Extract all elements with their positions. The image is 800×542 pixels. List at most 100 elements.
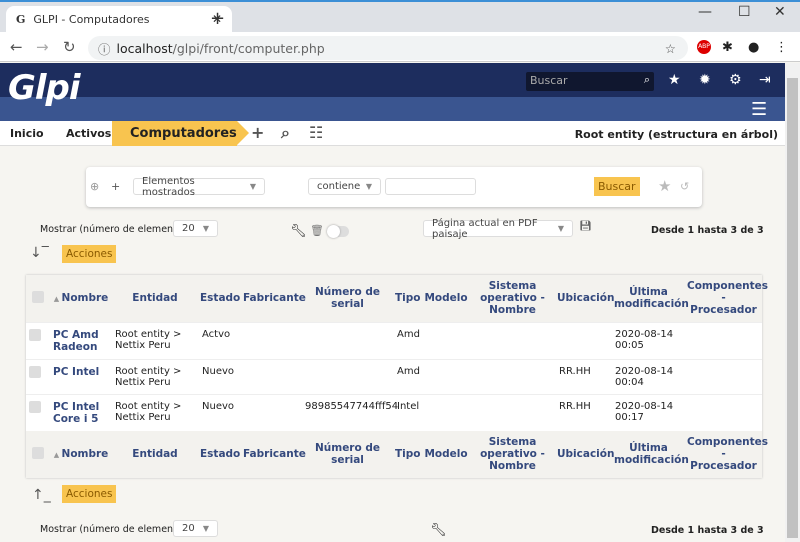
column-header[interactable]: Tipo [393, 275, 422, 322]
column-header[interactable]: Entidad [112, 430, 198, 478]
back-icon[interactable]: ← [10, 38, 23, 56]
column-header[interactable]: Ubicación [555, 275, 614, 322]
column-header[interactable]: Fabricante [241, 430, 306, 478]
row-checkbox[interactable] [29, 365, 41, 378]
column-header[interactable]: Sistema operativo - Nombre [470, 275, 555, 322]
table-cell [470, 321, 555, 359]
column-header-label: Ubicación [557, 448, 615, 460]
trash-toggle[interactable] [327, 225, 349, 238]
search-icon[interactable]: ⌕ [281, 123, 290, 143]
global-search-input[interactable]: Buscar ⌕ [526, 72, 654, 91]
bookmark-star-icon[interactable]: ☆ [665, 41, 676, 56]
column-header[interactable]: Estado [198, 430, 241, 478]
add-criterion-icon[interactable]: + [111, 180, 120, 193]
list-icon[interactable]: ☷ [309, 123, 323, 142]
scrollbar-thumb[interactable] [787, 78, 798, 538]
computer-name-link[interactable]: PC Intel Core i 5 [50, 393, 112, 431]
column-header[interactable]: Última modificación [612, 430, 689, 478]
logout-icon[interactable]: ⇥ [759, 72, 771, 88]
per-page-select[interactable]: 20 ▼ [173, 220, 218, 237]
column-header-label: Tipo [395, 292, 421, 305]
column-header-label: Componentes - Procesador [687, 436, 769, 472]
column-header[interactable]: Ubicación [555, 430, 615, 478]
operator-select[interactable]: contiene ▼ [308, 178, 381, 195]
reset-icon[interactable]: ↺ [680, 180, 689, 193]
wrench-icon[interactable]: 🔧︎ [290, 224, 307, 239]
info-icon: ⓘ [98, 41, 111, 57]
search-value-input[interactable] [385, 178, 476, 195]
gear-icon[interactable]: ⚙ [729, 72, 742, 88]
star-icon[interactable]: ★ [668, 72, 681, 88]
row-checkbox[interactable] [29, 328, 41, 341]
new-tab-icon[interactable]: + [210, 8, 225, 29]
breadcrumb-computadores[interactable]: Computadores [112, 121, 249, 146]
select-all-checkbox[interactable] [32, 290, 44, 303]
table-cell [685, 393, 762, 431]
buscar-button[interactable]: Buscar [594, 177, 640, 196]
breadcrumb-activos[interactable]: Activos [56, 121, 111, 146]
column-header[interactable]: Entidad [112, 275, 198, 322]
entity-selector[interactable]: Root entity (estructura en árbol) [575, 128, 778, 141]
close-window-icon[interactable]: ✕ [774, 4, 786, 20]
breadcrumb-inicio[interactable]: Inicio [0, 121, 44, 146]
column-header-label: Nombre [61, 292, 109, 305]
add-icon[interactable]: + [251, 123, 264, 142]
add-group-icon[interactable]: ⊕ [90, 180, 99, 193]
export-select[interactable]: Página actual en PDF paisaje ▼ [423, 217, 573, 240]
glpi-logo[interactable]: Glpi [8, 68, 81, 108]
select-all-checkbox[interactable] [32, 446, 44, 459]
url-input[interactable]: ⓘ localhost/glpi/front/computer.php ☆ [88, 36, 688, 60]
column-header[interactable]: Modelo [422, 430, 470, 478]
acciones-button-top[interactable]: Acciones [62, 245, 117, 263]
column-header[interactable]: ▲ Nombre [50, 430, 112, 478]
browser-menu-icon[interactable]: ⋮ [775, 40, 788, 55]
search-icon[interactable]: ⌕ [644, 73, 650, 87]
table-cell: 2020-08-14 00:04 [612, 358, 685, 394]
forward-icon[interactable]: → [36, 38, 49, 56]
column-header[interactable]: Tipo [393, 430, 422, 478]
column-header[interactable]: Estado [198, 275, 241, 322]
column-header[interactable]: Número de serial [302, 430, 393, 478]
acciones-button-bottom[interactable]: Acciones [62, 485, 117, 503]
table-cell [685, 358, 762, 394]
table-cell [470, 393, 555, 431]
profile-icon[interactable]: ● [748, 40, 759, 55]
column-header-label: Fabricante [243, 292, 306, 305]
row-checkbox[interactable] [29, 400, 41, 413]
tab-title: GLPI - Computadores [33, 12, 150, 26]
adblock-icon[interactable]: ABP [697, 40, 711, 54]
menu-icon[interactable]: ☰ [751, 99, 767, 120]
column-header[interactable]: Modelo [422, 275, 470, 322]
minimize-icon[interactable]: — [698, 4, 712, 20]
computer-name-link[interactable]: PC Intel [50, 358, 112, 394]
browser-tab[interactable]: G GLPI - Computadores ✕ [6, 6, 232, 32]
table-cell [685, 321, 762, 359]
table-header-row: ▲ Nombre Entidad Estado Fabricante Número de… [26, 275, 768, 322]
per-page-select-bottom[interactable]: 20 ▼ [173, 520, 218, 537]
table-row: PC Intel Root entity > Nettix Peru Nuevo Am… [26, 358, 762, 394]
row-select-cell [26, 321, 50, 359]
table-cell: Root entity > Nettix Peru [112, 358, 198, 394]
bug-icon[interactable]: ✹ [699, 72, 711, 88]
reload-icon[interactable]: ↻ [63, 38, 76, 56]
table-cell [302, 321, 393, 359]
trash-icon[interactable]: 🗑︎ [310, 224, 324, 237]
column-header[interactable]: Componentes - Procesador [685, 275, 768, 322]
computer-name-link[interactable]: PC Amd Radeon [50, 321, 112, 359]
save-search-star-icon[interactable]: ★ [658, 177, 671, 195]
export-value: Página actual en PDF paisaje [432, 217, 538, 240]
extensions-icon[interactable]: ✱ [722, 40, 733, 55]
field-value: Elementos mostrados [142, 175, 195, 198]
column-header[interactable]: Número de serial [302, 275, 393, 322]
export-save-icon[interactable]: 💾︎ [579, 221, 592, 232]
column-header[interactable]: Componentes - Procesador [685, 430, 768, 478]
column-header-label: Sistema operativo - Nombre [480, 280, 545, 317]
maximize-icon[interactable]: ☐ [738, 4, 751, 20]
column-header[interactable]: ▲ Nombre [50, 275, 112, 322]
column-header[interactable]: Última modificación [612, 275, 689, 322]
column-header[interactable]: Sistema operativo - Nombre [470, 430, 555, 478]
show-count-label: Mostrar (número de elementos) [40, 224, 192, 235]
column-header[interactable]: Fabricante [241, 275, 306, 322]
wrench-icon[interactable]: 🔧︎ [430, 523, 447, 538]
field-select[interactable]: Elementos mostrados ▼ [133, 175, 265, 198]
